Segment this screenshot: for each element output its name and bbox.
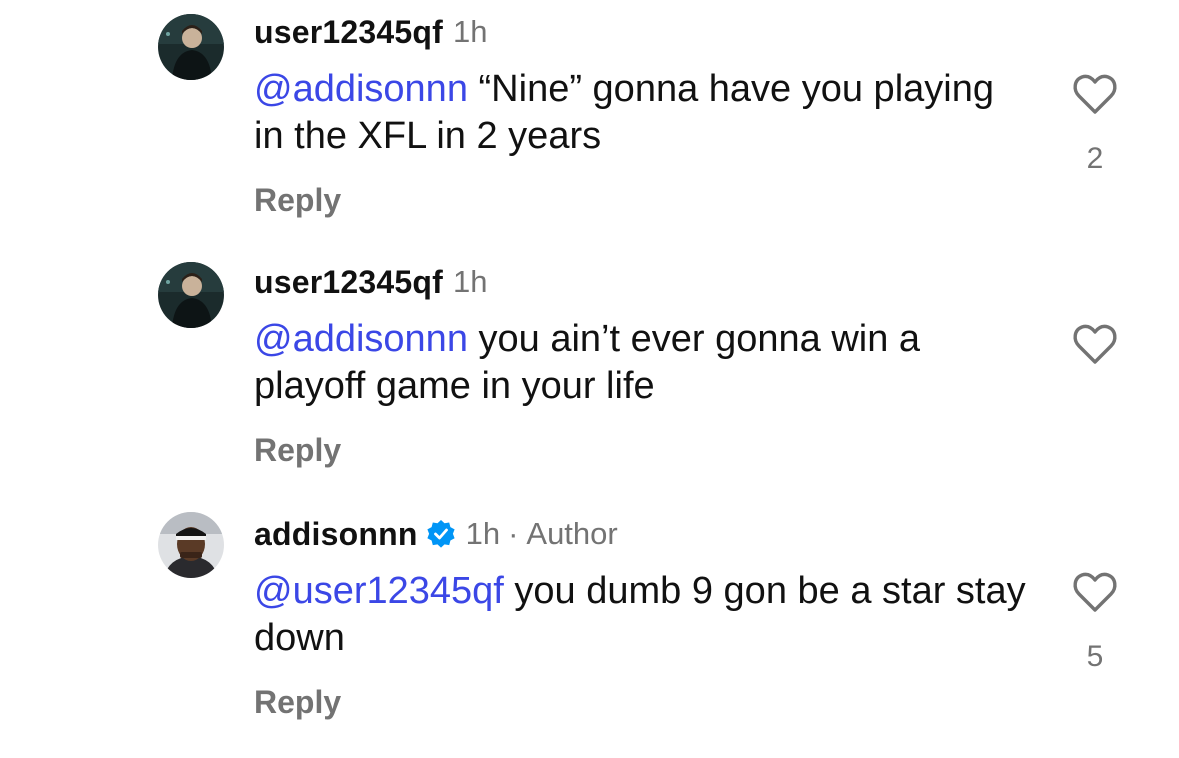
comment-username[interactable]: user12345qf	[254, 14, 443, 51]
meta-separator: ·	[508, 516, 519, 551]
avatar[interactable]	[158, 14, 224, 80]
author-badge: Author	[526, 516, 618, 551]
reply-button[interactable]: Reply	[254, 432, 341, 469]
avatar[interactable]	[158, 512, 224, 578]
reply-button[interactable]: Reply	[254, 182, 341, 219]
avatar[interactable]	[158, 262, 224, 328]
comment-meta: user12345qf 1h	[254, 12, 487, 52]
mention-link[interactable]: @addisonnn	[254, 318, 468, 360]
like-count: 2	[1086, 142, 1104, 175]
comment-timestamp: 1h	[452, 264, 488, 299]
comment-text: @user12345qf you dumb 9 gon be a star st…	[254, 568, 1034, 662]
heart-icon[interactable]	[1071, 72, 1119, 116]
comment-item: user12345qf 1h @addisonnn you ain’t ever…	[0, 250, 1179, 490]
mention-link[interactable]: @addisonnn	[254, 68, 468, 110]
comment-timestamp: 1h	[465, 516, 501, 551]
comment-meta: addisonnn 1h · Author	[254, 514, 618, 554]
comment-username[interactable]: user12345qf	[254, 264, 443, 301]
heart-icon[interactable]	[1071, 570, 1119, 614]
comment-timestamp: 1h	[452, 14, 488, 49]
comment-item: addisonnn 1h · Author @user12345qf you d…	[0, 500, 1179, 740]
reply-button[interactable]: Reply	[254, 684, 341, 721]
like-count: 5	[1086, 640, 1104, 673]
comment-username[interactable]: addisonnn	[254, 516, 418, 553]
comment-text: @addisonnn “Nine” gonna have you playing…	[254, 66, 1034, 160]
verified-badge-icon	[426, 519, 456, 549]
comment-text: @addisonnn you ain’t ever gonna win a pl…	[254, 316, 1034, 410]
comment-meta: user12345qf 1h	[254, 262, 487, 302]
mention-link[interactable]: @user12345qf	[254, 570, 504, 612]
comment-item: user12345qf 1h @addisonnn “Nine” gonna h…	[0, 0, 1179, 240]
heart-icon[interactable]	[1071, 322, 1119, 366]
